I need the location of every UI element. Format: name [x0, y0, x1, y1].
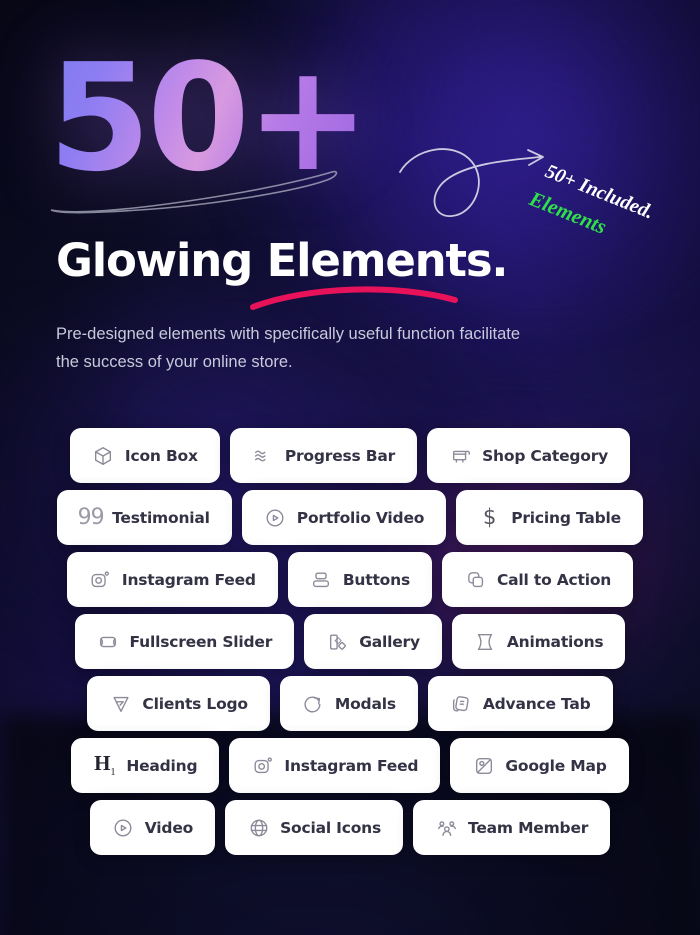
pill-label: Team Member [468, 818, 589, 837]
element-pill-animations[interactable]: Animations [451, 614, 626, 669]
pill-row: Clients Logo Modals Advance Tab [0, 676, 700, 731]
element-pill-pricing-table[interactable]: $ Pricing Table [456, 490, 643, 545]
heading-h1-icon: H1 [94, 750, 116, 779]
modal-arrow-icon [302, 692, 325, 715]
element-pill-icon-box[interactable]: Icon Box [69, 428, 220, 483]
swoosh-underline-icon [50, 170, 338, 214]
script-annotation: 50+ Included. Elements [399, 148, 657, 239]
pill-label: Icon Box [124, 446, 198, 465]
buttons-icon [310, 568, 333, 591]
pill-label: Pricing Table [511, 508, 621, 527]
pill-row: H1 Heading Instagram Feed Google Map [0, 738, 700, 793]
element-pill-fullscreen-slider[interactable]: Fullscreen Slider [74, 614, 295, 669]
camera-icon [251, 754, 274, 777]
element-pill-modals[interactable]: Modals [279, 676, 418, 731]
pill-row: Fullscreen Slider Gallery Animations [0, 614, 700, 669]
pill-label: Instagram Feed [284, 756, 419, 775]
element-pill-heading[interactable]: H1 Heading [71, 738, 220, 793]
camera-icon [89, 568, 112, 591]
animations-icon [474, 630, 497, 653]
pill-label: Video [144, 818, 194, 837]
element-pill-clients-logo[interactable]: Clients Logo [87, 676, 270, 731]
element-pill-progress-bar[interactable]: Progress Bar [229, 428, 418, 483]
page-subtitle: Pre-designed elements with specifically … [56, 325, 521, 372]
pill-label: Buttons [342, 570, 410, 589]
element-pill-instagram-feed[interactable]: Instagram Feed [66, 552, 278, 607]
element-pill-call-to-action[interactable]: Call to Action [442, 552, 634, 607]
pill-label: Modals [334, 694, 396, 713]
element-pill-buttons[interactable]: Buttons [287, 552, 432, 607]
element-pill-video[interactable]: Video [89, 800, 216, 855]
element-pill-gallery[interactable]: Gallery [304, 614, 442, 669]
pill-label: Social Icons [280, 818, 382, 837]
waves-icon [252, 444, 275, 467]
people-group-icon [435, 816, 458, 839]
pill-label: Advance Tab [482, 694, 591, 713]
element-pill-shop-category[interactable]: Shop Category [427, 428, 631, 483]
quote-icon: 99 [77, 504, 105, 530]
pill-label: Gallery [359, 632, 420, 651]
pill-label: Animations [506, 632, 604, 651]
pill-row: Instagram Feed Buttons Call to Action [0, 552, 700, 607]
pill-label: Shop Category [482, 446, 609, 465]
gallery-icon [326, 630, 349, 653]
play-circle-icon [264, 506, 287, 529]
element-pill-testimonial[interactable]: 99 Testimonial [57, 490, 232, 545]
cube-icon [92, 444, 115, 467]
tab-stack-icon [450, 692, 473, 715]
element-pill-advance-tab[interactable]: Advance Tab [427, 676, 613, 731]
element-pill-team-member[interactable]: Team Member [413, 800, 611, 855]
pill-label: Clients Logo [142, 694, 248, 713]
pill-label: Portfolio Video [296, 508, 425, 527]
slider-icon [97, 630, 120, 653]
element-pill-portfolio-video[interactable]: Portfolio Video [241, 490, 447, 545]
map-pin-icon [472, 754, 495, 777]
pill-label: Google Map [505, 756, 607, 775]
elements-pill-grid: Icon Box Progress Bar Shop Category 99 Testi… [0, 428, 700, 862]
globe-icon [247, 816, 270, 839]
pill-label: Call to Action [497, 570, 612, 589]
page-root: 50+ 50+ Included. Elements Glowing Eleme… [0, 0, 700, 935]
pill-row: Video Social Icons Team Member [0, 800, 700, 855]
pill-row: 99 Testimonial Portfolio Video $ Pricing Tab… [0, 490, 700, 545]
element-pill-instagram-feed[interactable]: Instagram Feed [229, 738, 441, 793]
pill-row: Icon Box Progress Bar Shop Category [0, 428, 700, 483]
shield-logo-icon [109, 692, 132, 715]
headline-underline-icon [250, 286, 458, 310]
element-pill-social-icons[interactable]: Social Icons [225, 800, 404, 855]
pill-label: Progress Bar [284, 446, 396, 465]
pill-label: Instagram Feed [121, 570, 256, 589]
shopping-cart-icon [449, 444, 472, 467]
overlap-shapes-icon [464, 568, 487, 591]
element-pill-google-map[interactable]: Google Map [450, 738, 629, 793]
pill-label: Testimonial [112, 508, 210, 527]
pill-label: Heading [126, 756, 198, 775]
pill-label: Fullscreen Slider [129, 632, 273, 651]
play-circle-icon [112, 816, 135, 839]
dollar-icon: $ [483, 505, 497, 529]
